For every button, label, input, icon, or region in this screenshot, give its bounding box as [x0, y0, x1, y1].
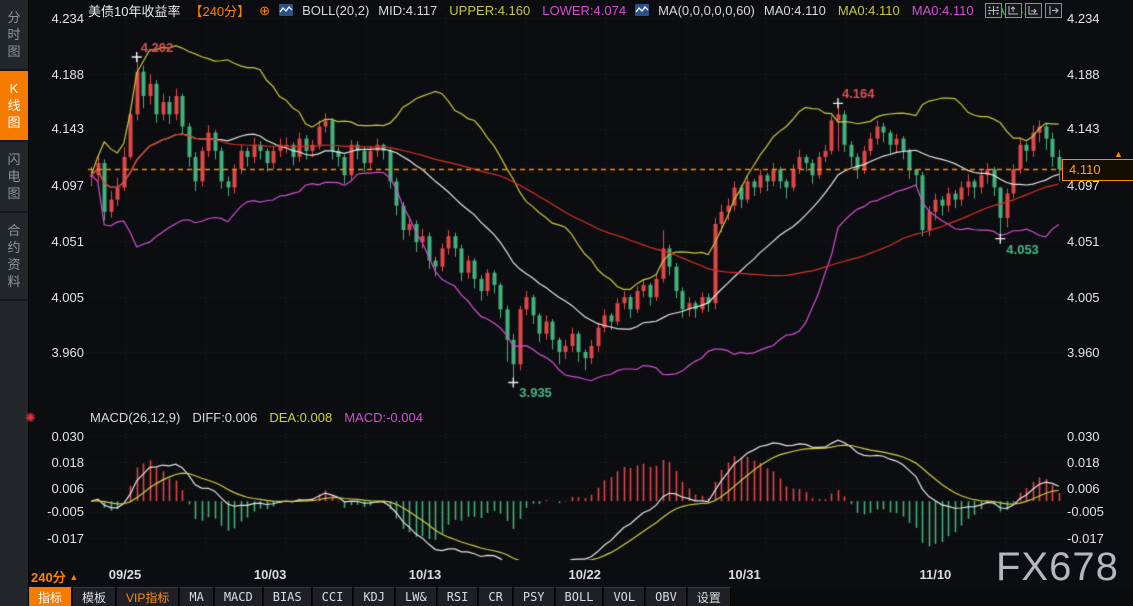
macd-macd-value: MACD:-0.004: [344, 410, 423, 425]
macd-diff-value: DIFF:0.006: [192, 410, 257, 425]
price-tick-left-2: 4.143: [28, 121, 84, 136]
boll-label: BOLL(20,2): [302, 3, 369, 18]
price-tick-right-4: 4.051: [1067, 234, 1129, 249]
live-indicator-icon: ✺: [25, 410, 36, 426]
pan-tool-button[interactable]: [985, 3, 1002, 18]
toolbar-item-PSY[interactable]: PSY: [514, 587, 555, 606]
toolbar-item-KDJ[interactable]: KDJ: [354, 587, 395, 606]
period-dropdown-icon: ▲: [69, 572, 78, 582]
toolbar-item-MA[interactable]: MA: [180, 587, 213, 606]
toolbar-item-指标[interactable]: 指标: [29, 587, 72, 606]
sidebar: 分 时 图K 线 图闪 电 图合 约 资 料: [0, 0, 29, 606]
toolbar-item-BIAS[interactable]: BIAS: [264, 587, 312, 606]
toolbar-item-VIP指标[interactable]: VIP指标: [117, 587, 179, 606]
macd-label: MACD(26,12,9): [90, 410, 180, 425]
macd-tick-left-3: -0.005: [28, 504, 84, 519]
ma-label: MA(0,0,0,0,0,60): [658, 3, 755, 18]
chart-header: 美债10年收益率 【240分】 ⊕ BOLL(20,2) MID:4.117 UP…: [88, 2, 1034, 18]
toolbar-item-CR[interactable]: CR: [479, 587, 512, 606]
macd-tick-left-1: 0.018: [28, 455, 84, 470]
date-tick-0: 09/25: [109, 567, 142, 582]
macd-tick-right-1: 0.018: [1067, 455, 1129, 470]
sidebar-item-lightning-chart[interactable]: 闪 电 图: [0, 142, 28, 213]
period-text: 240分: [31, 570, 66, 585]
macd-dea-value: DEA:0.008: [269, 410, 332, 425]
ma-indicator-chip-icon: [635, 4, 649, 16]
date-tick-1: 10/03: [254, 567, 287, 582]
x-axis-tool-icon: [1028, 2, 1039, 20]
macd-tick-left-2: 0.006: [28, 481, 84, 496]
kline-chart-canvas[interactable]: [0, 0, 1133, 606]
toolbar-item-VOL[interactable]: VOL: [604, 587, 645, 606]
macd-tick-right-4: -0.017: [1067, 531, 1129, 546]
page-title: 美债10年收益率: [88, 1, 180, 20]
price-tick-left-1: 4.188: [28, 67, 84, 82]
price-tick-right-0: 4.234: [1067, 11, 1129, 26]
macd-tick-left-0: 0.030: [28, 429, 84, 444]
macd-tick-right-2: 0.006: [1067, 481, 1129, 496]
indicator-toolbar: 指标模板VIP指标MAMACDBIASCCIKDJLW&RSICRPSYBOLL…: [29, 587, 1133, 606]
chart-window-buttons: [985, 3, 1062, 18]
price-up-arrow-icon: ▲: [1114, 150, 1123, 159]
price-tick-left-5: 4.005: [28, 290, 84, 305]
watermark-logo: FX678: [996, 545, 1119, 590]
toolbar-item-LW&[interactable]: LW&: [396, 587, 437, 606]
price-tick-right-1: 4.188: [1067, 67, 1129, 82]
ma-value-0: MA0:4.110: [764, 3, 826, 18]
sidebar-item-kline-chart[interactable]: K 线 图: [0, 71, 28, 142]
refresh-icon[interactable]: ⊕: [259, 4, 270, 17]
app-root: 分 时 图K 线 图闪 电 图合 约 资 料 美债10年收益率 【240分】 ⊕…: [0, 0, 1133, 606]
macd-tick-left-4: -0.017: [28, 531, 84, 546]
boll-value-1: UPPER:4.160: [449, 3, 530, 18]
macd-tick-right-3: -0.005: [1067, 504, 1129, 519]
price-tick-right-6: 3.960: [1067, 345, 1129, 360]
x-axis-tool-button[interactable]: [1025, 3, 1042, 18]
macd-tick-right-0: 0.030: [1067, 429, 1129, 444]
toolbar-item-模板[interactable]: 模板: [73, 587, 116, 606]
boll-indicator-chip-icon: [279, 4, 293, 16]
price-tick-right-5: 4.005: [1067, 290, 1129, 305]
date-tick-5: 11/10: [919, 567, 951, 582]
toolbar-item-CCI[interactable]: CCI: [313, 587, 354, 606]
boll-values: MID:4.117 UPPER:4.160 LOWER:4.074: [378, 3, 626, 18]
toolbar-item-设置[interactable]: 设置: [688, 587, 731, 606]
y-axis-tool-icon: [1008, 2, 1019, 20]
sidebar-item-contract-info[interactable]: 合 约 资 料: [0, 213, 28, 301]
date-tick-2: 10/13: [409, 567, 442, 582]
price-tick-left-3: 4.097: [28, 178, 84, 193]
y-axis-tool-button[interactable]: [1005, 3, 1022, 18]
exit-view-icon: [1048, 2, 1059, 20]
price-tick-left-4: 4.051: [28, 234, 84, 249]
toolbar-item-BOLL[interactable]: BOLL: [556, 587, 604, 606]
ma-value-2: MA0:4.110: [912, 3, 974, 18]
sidebar-item-minute-chart[interactable]: 分 时 图: [0, 0, 28, 71]
boll-value-0: MID:4.117: [378, 3, 437, 18]
period-badge: 【240分】: [189, 1, 250, 20]
price-tick-right-2: 4.143: [1067, 121, 1129, 136]
price-tick-left-6: 3.960: [28, 345, 84, 360]
price-tick-left-0: 4.234: [28, 11, 84, 26]
exit-view-button[interactable]: [1045, 3, 1062, 18]
period-selector[interactable]: 240分 ▲: [31, 567, 78, 586]
toolbar-item-OBV[interactable]: OBV: [646, 587, 687, 606]
boll-value-2: LOWER:4.074: [542, 3, 626, 18]
toolbar-item-MACD[interactable]: MACD: [215, 587, 263, 606]
pan-tool-icon: [988, 2, 999, 20]
ma-value-1: MA0:4.110: [838, 3, 900, 18]
date-tick-3: 10/22: [568, 567, 601, 582]
date-axis: 240分 ▲ 09/25 10/03 10/13 10/22 10/31 11/10: [0, 565, 1133, 586]
macd-header: MACD(26,12,9) DIFF:0.006 DEA:0.008 MACD:…: [90, 410, 423, 425]
current-price-value: 4.110: [1069, 162, 1101, 177]
toolbar-item-RSI[interactable]: RSI: [438, 587, 479, 606]
current-price-badge: 4.110: [1062, 159, 1133, 181]
date-tick-4: 10/31: [728, 567, 761, 582]
